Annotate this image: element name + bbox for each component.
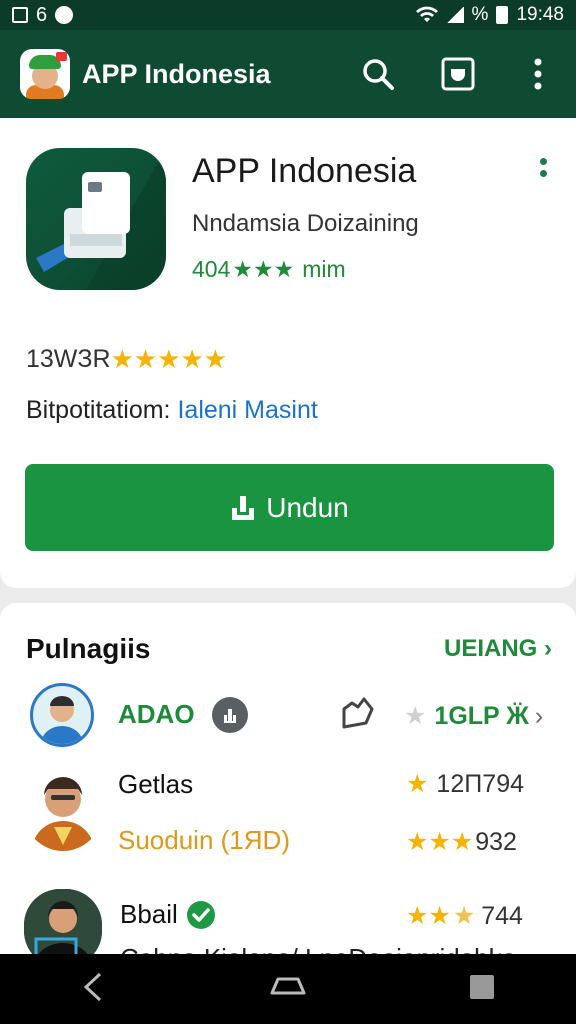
list-item[interactable]: ADAO ★ 1GLP Ӝ › <box>0 681 576 751</box>
app-title: APP Indonesia <box>192 152 417 190</box>
distribution-link[interactable]: Ialeni Masint <box>177 396 317 424</box>
review-meta: ★ 1GLP Ӝ › <box>404 701 543 731</box>
app-details-card: APP Indonesia Nndamsia Doizaining 404 ★★… <box>0 118 576 588</box>
see-more-link[interactable]: UEIANG › <box>444 635 552 663</box>
install-button[interactable]: Undun <box>25 464 554 551</box>
review-meta-text: 744 <box>481 901 523 930</box>
avatar <box>30 683 94 747</box>
distribution-line: Bitpotitatiom: Ialeni Masint <box>26 396 318 425</box>
review-name-text: Bbail <box>120 899 178 929</box>
list-item[interactable]: Getlas ★ 12Π794 Suoduin (1ЯD) ★★★ 932 <box>0 761 576 857</box>
app-icon <box>26 148 166 290</box>
review-meta: ★ 12Π794 <box>406 769 524 799</box>
star-icon: ★ <box>452 902 476 930</box>
reviews-section-title: Pulnagiis <box>26 633 151 664</box>
chevron-right-icon: › <box>534 701 544 730</box>
back-icon[interactable] <box>80 972 108 1007</box>
star-icon: ★ <box>406 770 429 798</box>
review-meta: ★★ ★ 744 <box>406 901 523 931</box>
app-bar: APP Indonesia <box>0 30 576 118</box>
star-icon: ★★★ <box>406 828 474 856</box>
see-more-label: UEIANG <box>443 635 538 662</box>
review-name: ADAO <box>118 699 195 729</box>
app-bar-title: APP Indonesia <box>82 58 271 89</box>
review-sub-meta-text: 932 <box>475 827 517 856</box>
signal-icon <box>445 7 464 23</box>
app-logo <box>20 49 70 99</box>
app-notification-icon <box>55 6 74 24</box>
reviews-count: 13WЗR <box>26 345 111 373</box>
status-left-number: 6 <box>36 3 48 26</box>
review-name: Getlas <box>118 769 194 799</box>
search-icon[interactable] <box>360 56 396 92</box>
review-meta-text: 1GLP Ӝ <box>434 701 529 730</box>
install-label: Undun <box>266 491 349 523</box>
share-icon[interactable] <box>212 697 248 733</box>
wifi-icon <box>415 6 438 22</box>
app-developer: Nndamsia Doizaining <box>192 210 419 237</box>
list-item[interactable]: Bbail ★★ ★ 744 Cabna Kiolane/ LneDoeianri… <box>0 887 576 963</box>
app-rating: 404 ★★★ mim <box>192 256 346 283</box>
status-time: 19:48 <box>516 4 564 25</box>
battery-icon <box>496 6 509 24</box>
reviews-summary: 13WЗR ★★★★★ <box>26 344 227 375</box>
image-notification-icon <box>12 7 28 23</box>
more-vert-icon[interactable] <box>520 56 556 92</box>
bookmark-icon[interactable] <box>440 56 476 92</box>
distribution-label: Bitpotitatiom: <box>26 396 171 424</box>
navigation-bar <box>0 954 576 1024</box>
star-icon: ★★★★★ <box>110 344 228 374</box>
recents-icon[interactable] <box>468 973 496 1006</box>
review-name: Bbail <box>120 899 216 930</box>
app-rating-count: 404 <box>192 256 231 282</box>
battery-percent: % <box>471 4 489 25</box>
avatar <box>24 763 102 851</box>
status-bar: 6 % 19:48 <box>0 0 576 30</box>
flag-icon[interactable] <box>340 697 376 734</box>
review-meta-text: 12Π794 <box>436 769 524 798</box>
download-icon <box>232 495 255 520</box>
avatar <box>24 889 102 963</box>
verified-icon <box>186 900 215 929</box>
review-sub-meta: ★★★ 932 <box>406 827 517 857</box>
reviews-card: Pulnagiis UEIANG › ADAO ★ 1GLP Ӝ › Getla… <box>0 603 576 963</box>
star-icon: ★★ <box>406 902 451 930</box>
chevron-right-icon: › <box>544 635 552 662</box>
app-more-icon[interactable] <box>536 158 550 188</box>
app-rating-suffix: mim <box>302 256 346 282</box>
star-icon: ★ <box>404 702 427 730</box>
review-subtitle: Suoduin (1ЯD) <box>118 825 290 855</box>
home-icon[interactable] <box>268 973 308 1006</box>
star-icon: ★★★ <box>232 256 295 282</box>
